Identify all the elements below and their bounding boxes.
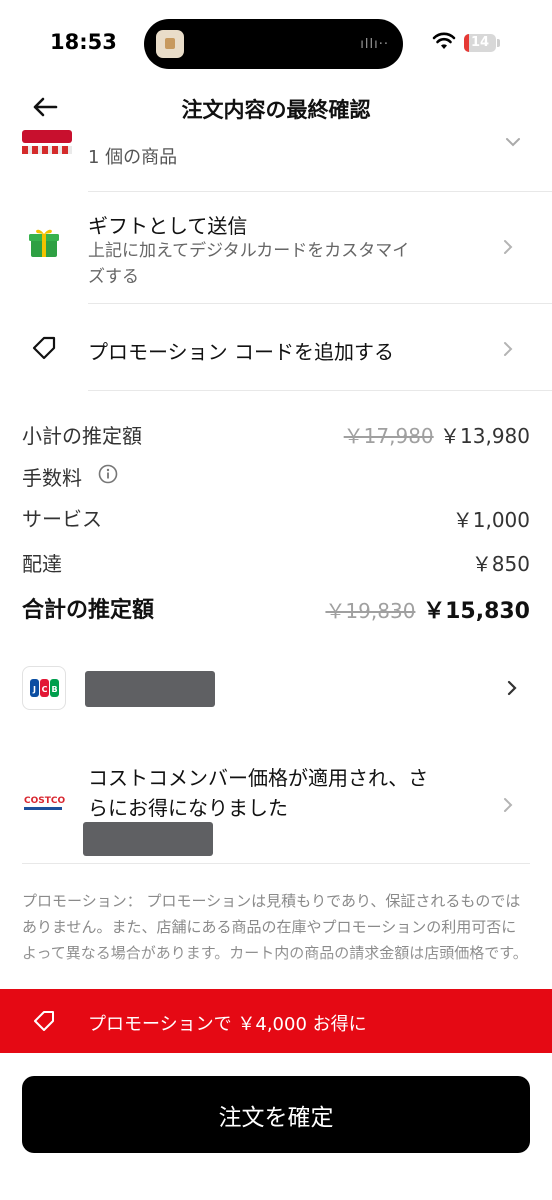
chevron-down-icon[interactable] [505, 136, 521, 148]
wifi-icon [432, 32, 456, 49]
gift-subtitle-line1: 上記に加えてデジタルカードをカスタマイ [88, 241, 410, 261]
svg-text:B: B [51, 685, 57, 694]
promo-savings-banner: プロモーションで ￥4,000 お得に [0, 989, 552, 1053]
costco-membership-row[interactable]: COSTCO コストコメンバー価格が適用され、さ らにお得になりました [0, 750, 552, 860]
delivery-fee-label: 配達 [22, 552, 62, 576]
scroll-fade [0, 950, 552, 990]
confirm-order-button[interactable]: 注文を確定 [22, 1076, 530, 1153]
chevron-right-icon [507, 680, 517, 696]
total-original-price: ￥19,830 [325, 599, 416, 623]
gift-subtitle-line2: ズする [88, 267, 139, 287]
service-fee-label: サービス [22, 507, 102, 531]
fees-label: 手数料 [22, 466, 82, 490]
total-label: 合計の推定額 [22, 598, 155, 623]
battery-icon: 14 [464, 34, 496, 52]
membership-message-line1: コストコメンバー価格が適用され、さ [88, 766, 429, 790]
subtotal-value: ￥17,980 ￥13,980 [344, 420, 530, 449]
jcb-card-icon: J C B [30, 679, 59, 697]
membership-message-line2: らにお得になりました [88, 796, 288, 820]
battery-level: 14 [470, 35, 490, 50]
svg-text:J: J [32, 685, 36, 694]
chevron-right-icon [504, 798, 513, 812]
divider [22, 863, 530, 864]
cart-product-thumbnail [22, 130, 72, 160]
svg-text:C: C [42, 685, 48, 694]
redacted-membership-info [83, 822, 213, 856]
info-icon[interactable] [98, 464, 118, 484]
tag-icon [34, 1011, 54, 1031]
redacted-card-number [85, 671, 215, 707]
subtotal-price: ￥13,980 [440, 424, 530, 448]
delivery-fee-value: ￥850 [471, 552, 530, 576]
divider [88, 390, 552, 391]
send-as-gift-row[interactable]: ギフトとして送信 上記に加えてデジタルカードをカスタマイ ズする [0, 192, 552, 302]
subtotal-label: 小計の推定額 [22, 424, 142, 448]
status-time: 18:53 [50, 30, 117, 54]
chevron-right-icon [504, 240, 513, 254]
promo-savings-text: プロモーションで ￥4,000 お得に [88, 1014, 367, 1035]
total-value: ￥19,830 ￥15,830 [325, 593, 530, 625]
total-price: ￥15,830 [423, 599, 530, 624]
chevron-right-icon [504, 342, 513, 356]
battery-tip [497, 39, 500, 47]
service-fee-value: ￥1,000 [452, 508, 530, 532]
app-icon [156, 30, 184, 58]
payment-method-row[interactable]: J C B [0, 650, 552, 726]
tag-icon [32, 336, 56, 360]
audio-wave-icon: ıllı·· [360, 37, 389, 52]
add-promo-code-row[interactable]: プロモーション コードを追加する [0, 304, 552, 390]
costco-logo-text: COSTCO [24, 796, 66, 806]
subtotal-original-price: ￥17,980 [343, 424, 434, 448]
gift-icon [29, 229, 59, 257]
cart-item-count: 1 個の商品 [88, 147, 178, 168]
page-title: 注文内容の最終確認 [181, 98, 371, 122]
costco-logo: COSTCO [24, 796, 66, 812]
promo-code-label: プロモーション コードを追加する [88, 340, 394, 364]
jcb-logo: J C B [22, 666, 66, 710]
dynamic-island: ıllı·· [144, 19, 403, 69]
gift-title: ギフトとして送信 [88, 214, 248, 238]
